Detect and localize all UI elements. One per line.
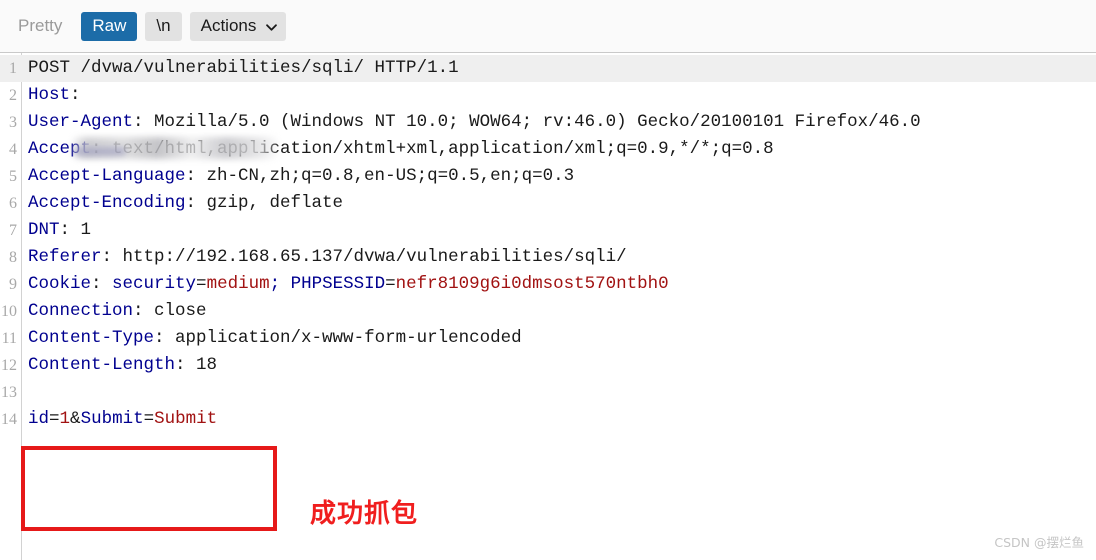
code-token: : gzip, deflate [185,193,344,213]
code-line[interactable]: 9 Cookie: security=medium; PHPSESSID=nefr… [0,271,1096,298]
tab-raw-label: Raw [92,16,127,35]
code-line[interactable]: 11 Content-Type: application/x-www-form-u… [0,325,1096,352]
code-line[interactable]: 4 Accept: text/html,application/xhtml+xml… [0,136,1096,163]
line-text: Connection: close [28,298,207,325]
tab-raw[interactable]: Raw [81,11,138,41]
code-token: id [28,409,50,429]
watermark: CSDN @摆烂鱼 [994,535,1084,550]
code-line[interactable]: 8 Referer: http://192.168.65.137/dvwa/vul… [0,244,1096,271]
code-token: : 18 [175,355,218,375]
code-token: : http://192.168.65.137/dvwa/vulnerabili… [101,247,627,267]
chevron-down-icon [265,21,278,34]
tab-pretty[interactable]: Pretty [7,12,73,41]
code-token: : [91,274,113,294]
line-number: 1 [9,60,17,77]
line-text: Referer: http://192.168.65.137/dvwa/vuln… [28,244,627,271]
tab-newline-label: \n [156,16,171,35]
request-body-highlight-box [21,446,277,531]
tab-newline[interactable]: \n [145,11,182,41]
actions-menu-button[interactable]: Actions [189,11,287,41]
line-text: Content-Length: 18 [28,352,217,379]
code-token: medium [206,274,270,294]
code-token: ; [269,274,291,294]
code-line[interactable]: 14 id=1&Submit=Submit [0,406,1096,433]
code-token: Cookie [28,274,92,294]
code-token: & [70,409,81,429]
code-line[interactable]: 10 Connection: close [0,298,1096,325]
code-token: = [49,409,60,429]
code-token: = [385,274,396,294]
line-text: Accept-Language: zh-CN,zh;q=0.8,en-US;q=… [28,163,574,190]
line-number: 13 [1,384,17,401]
code-token: : zh-CN,zh;q=0.8,en-US;q=0.5,en;q=0.3 [185,166,575,186]
code-token: Referer [28,247,102,267]
line-text: id=1&Submit=Submit [28,406,217,433]
line-number: 11 [1,330,17,347]
line-text: Content-Type: application/x-www-form-url… [28,325,522,352]
line-number: 4 [9,141,17,158]
code-token: DNT [28,220,60,240]
code-token: Host [28,85,71,105]
code-token: Accept-Encoding [28,193,186,213]
code-line[interactable]: 5 Accept-Language: zh-CN,zh;q=0.8,en-US;q… [0,163,1096,190]
line-text: Accept: text/html,application/xhtml+xml,… [28,136,774,163]
line-number: 2 [9,87,17,104]
line-number: 8 [9,249,17,266]
code-token: : text/html,application/xhtml+xml,applic… [91,139,774,159]
annotation-text: 成功抓包 [310,499,419,529]
code-token: Content-Type [28,328,155,348]
tab-pretty-label: Pretty [18,16,63,35]
code-token: = [143,409,155,429]
code-token: Accept-Language [28,166,186,186]
code-line[interactable]: 3 User-Agent: Mozilla/5.0 (Windows NT 10.… [0,109,1096,136]
code-token: User-Agent [28,112,134,132]
code-line[interactable]: 7 DNT: 1 [0,217,1096,244]
code-token: POST /dvwa/vulnerabilities/sqli/ HTTP/1.… [28,58,459,78]
code-token: PHPSESSID [290,274,386,294]
code-lines: 1 POST /dvwa/vulnerabilities/sqli/ HTTP/1… [0,55,1096,433]
code-line[interactable]: 1 POST /dvwa/vulnerabilities/sqli/ HTTP/1… [0,55,1096,82]
code-token: Connection [28,301,134,321]
line-number: 12 [1,357,17,374]
code-token: : Mozilla/5.0 (Windows NT 10.0; WOW64; r… [133,112,921,132]
code-token: : 1 [59,220,92,240]
line-number: 14 [1,411,17,428]
code-token: Submit [80,409,144,429]
line-number: 7 [9,222,17,239]
code-line[interactable]: 6 Accept-Encoding: gzip, deflate [0,190,1096,217]
code-token: security [112,274,197,294]
code-token: : close [133,301,207,321]
line-text: DNT: 1 [28,217,91,244]
code-token: Accept [28,139,92,159]
view-mode-toolbar: Pretty Raw \n Actions [0,0,1096,53]
line-number: 3 [9,114,17,131]
line-text: Accept-Encoding: gzip, deflate [28,190,343,217]
code-line[interactable]: 13 [0,379,1096,406]
code-token: nefr8109g6i0dmsost570ntbh0 [395,274,669,294]
code-token: 1 [59,409,71,429]
line-text: Cookie: security=medium; PHPSESSID=nefr8… [28,271,669,298]
line-number: 6 [9,195,17,212]
line-text: User-Agent: Mozilla/5.0 (Windows NT 10.0… [28,109,921,136]
line-number: 5 [9,168,17,185]
code-token: Submit [154,409,218,429]
code-line[interactable]: 2 Host: [0,82,1096,109]
code-token: : application/x-www-form-urlencoded [154,328,522,348]
line-text: POST /dvwa/vulnerabilities/sqli/ HTTP/1.… [28,55,459,82]
code-line[interactable]: 12 Content-Length: 18 [0,352,1096,379]
http-request-editor[interactable]: 1 POST /dvwa/vulnerabilities/sqli/ HTTP/1… [0,53,1096,560]
line-text: Host: [28,82,81,109]
line-number: 10 [1,303,17,320]
code-token: = [196,274,207,294]
line-number: 9 [9,276,17,293]
code-token: Content-Length [28,355,176,375]
actions-menu-label: Actions [200,16,257,35]
code-token: : [70,85,81,105]
